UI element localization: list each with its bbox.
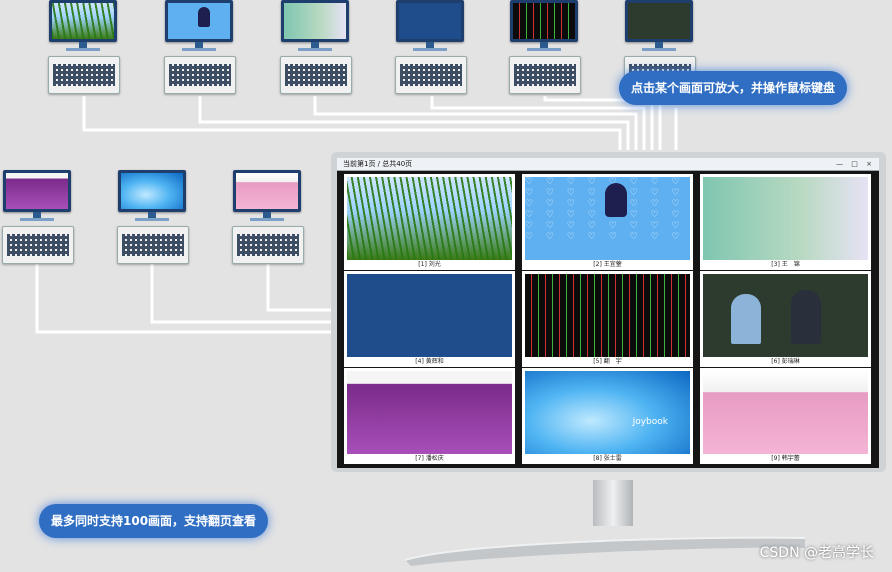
screen-cell[interactable]: [6] 彭瑞琳 <box>700 271 871 367</box>
brand-text: Joybook <box>632 417 668 427</box>
monitor-bezel: 当前第1页 / 总共40页 — □ × [1] 刘光 ♡ ♡ ♡ ♡ ♡ ♡ ♡… <box>331 152 886 472</box>
client-monitor <box>396 0 464 42</box>
client-monitor <box>165 0 233 42</box>
screen-thumbnail[interactable] <box>525 274 690 357</box>
screen-thumbnail[interactable] <box>347 274 512 357</box>
screen-label: [6] 彭瑞琳 <box>771 358 800 365</box>
monitor-stand <box>593 480 633 526</box>
screen-cell[interactable]: [1] 刘光 <box>344 174 515 270</box>
monitor-base <box>405 536 805 566</box>
client-pc-9 <box>232 170 304 266</box>
client-pc-8 <box>117 170 189 266</box>
main-monitor: 当前第1页 / 总共40页 — □ × [1] 刘光 ♡ ♡ ♡ ♡ ♡ ♡ ♡… <box>331 152 886 480</box>
keyboard-icon <box>232 226 304 264</box>
screen-thumbnail[interactable] <box>347 371 512 454</box>
callout-zoom-control: 点击某个画面可放大，并操作鼠标键盘 <box>619 71 848 105</box>
screen-cell[interactable]: ♡ ♡ ♡ ♡ ♡ ♡ ♡ ♡ ♡ ♡ ♡ ♡ ♡ ♡ ♡ ♡ ♡ ♡ ♡ ♡ … <box>522 174 693 270</box>
client-pc-4 <box>395 0 467 96</box>
screen-cell[interactable]: [3] 王 锦 <box>700 174 871 270</box>
screen-label: [3] 王 锦 <box>771 261 800 268</box>
client-pc-5 <box>509 0 581 96</box>
screen-thumbnail[interactable]: ♡ ♡ ♡ ♡ ♡ ♡ ♡ ♡ ♡ ♡ ♡ ♡ ♡ ♡ ♡ ♡ ♡ ♡ ♡ ♡ … <box>525 177 690 260</box>
callout-max-screens: 最多同时支持100画面，支持翻页查看 <box>39 504 269 538</box>
multi-screen-window: 当前第1页 / 总共40页 — □ × [1] 刘光 ♡ ♡ ♡ ♡ ♡ ♡ ♡… <box>337 158 879 468</box>
client-pc-3 <box>280 0 352 96</box>
screen-thumbnail[interactable] <box>347 177 512 260</box>
screen-cell[interactable]: [9] 韩宇蕾 <box>700 368 871 464</box>
screen-cell[interactable]: [7] 潘松庆 <box>344 368 515 464</box>
client-pc-2 <box>164 0 236 96</box>
screen-label: [5] 翻 宇 <box>593 358 622 365</box>
client-monitor <box>3 170 71 212</box>
screen-cell[interactable]: Joybook [8] 张士雷 <box>522 368 693 464</box>
screen-label: [9] 韩宇蕾 <box>771 455 800 462</box>
window-controls[interactable]: — □ × <box>836 160 875 169</box>
screen-thumbnail[interactable] <box>703 177 868 260</box>
screen-thumbnail[interactable]: Joybook <box>525 371 690 454</box>
screen-label: [1] 刘光 <box>418 261 441 268</box>
keyboard-icon <box>509 56 581 94</box>
keyboard-icon <box>164 56 236 94</box>
screen-thumbnail[interactable] <box>703 371 868 454</box>
screen-label: [8] 张士雷 <box>593 455 622 462</box>
screen-cell[interactable]: [4] 黄辉和 <box>344 271 515 367</box>
keyboard-icon <box>117 226 189 264</box>
keyboard-icon <box>395 56 467 94</box>
screen-thumbnail[interactable] <box>703 274 868 357</box>
client-monitor <box>281 0 349 42</box>
client-monitor <box>625 0 693 42</box>
screen-cell[interactable]: [5] 翻 宇 <box>522 271 693 367</box>
screen-grid: [1] 刘光 ♡ ♡ ♡ ♡ ♡ ♡ ♡ ♡ ♡ ♡ ♡ ♡ ♡ ♡ ♡ ♡ ♡… <box>344 174 871 464</box>
keyboard-icon <box>280 56 352 94</box>
screen-label: [4] 黄辉和 <box>415 358 444 365</box>
client-pc-7 <box>2 170 74 266</box>
screen-label: [7] 潘松庆 <box>415 455 444 462</box>
keyboard-icon <box>48 56 120 94</box>
window-title: 当前第1页 / 总共40页 <box>343 160 413 168</box>
screen-label: [2] 王宜蓥 <box>593 261 622 268</box>
client-pc-1 <box>48 0 120 96</box>
window-titlebar: 当前第1页 / 总共40页 — □ × <box>337 158 879 171</box>
client-monitor <box>510 0 578 42</box>
keyboard-icon <box>2 226 74 264</box>
client-monitor <box>233 170 301 212</box>
watermark: CSDN @老高学长 <box>759 545 874 561</box>
client-monitor <box>49 0 117 42</box>
kvm-diagram: 点击某个画面可放大，并操作鼠标键盘 最多同时支持100画面，支持翻页查看 当前第… <box>0 0 892 572</box>
client-monitor <box>118 170 186 212</box>
